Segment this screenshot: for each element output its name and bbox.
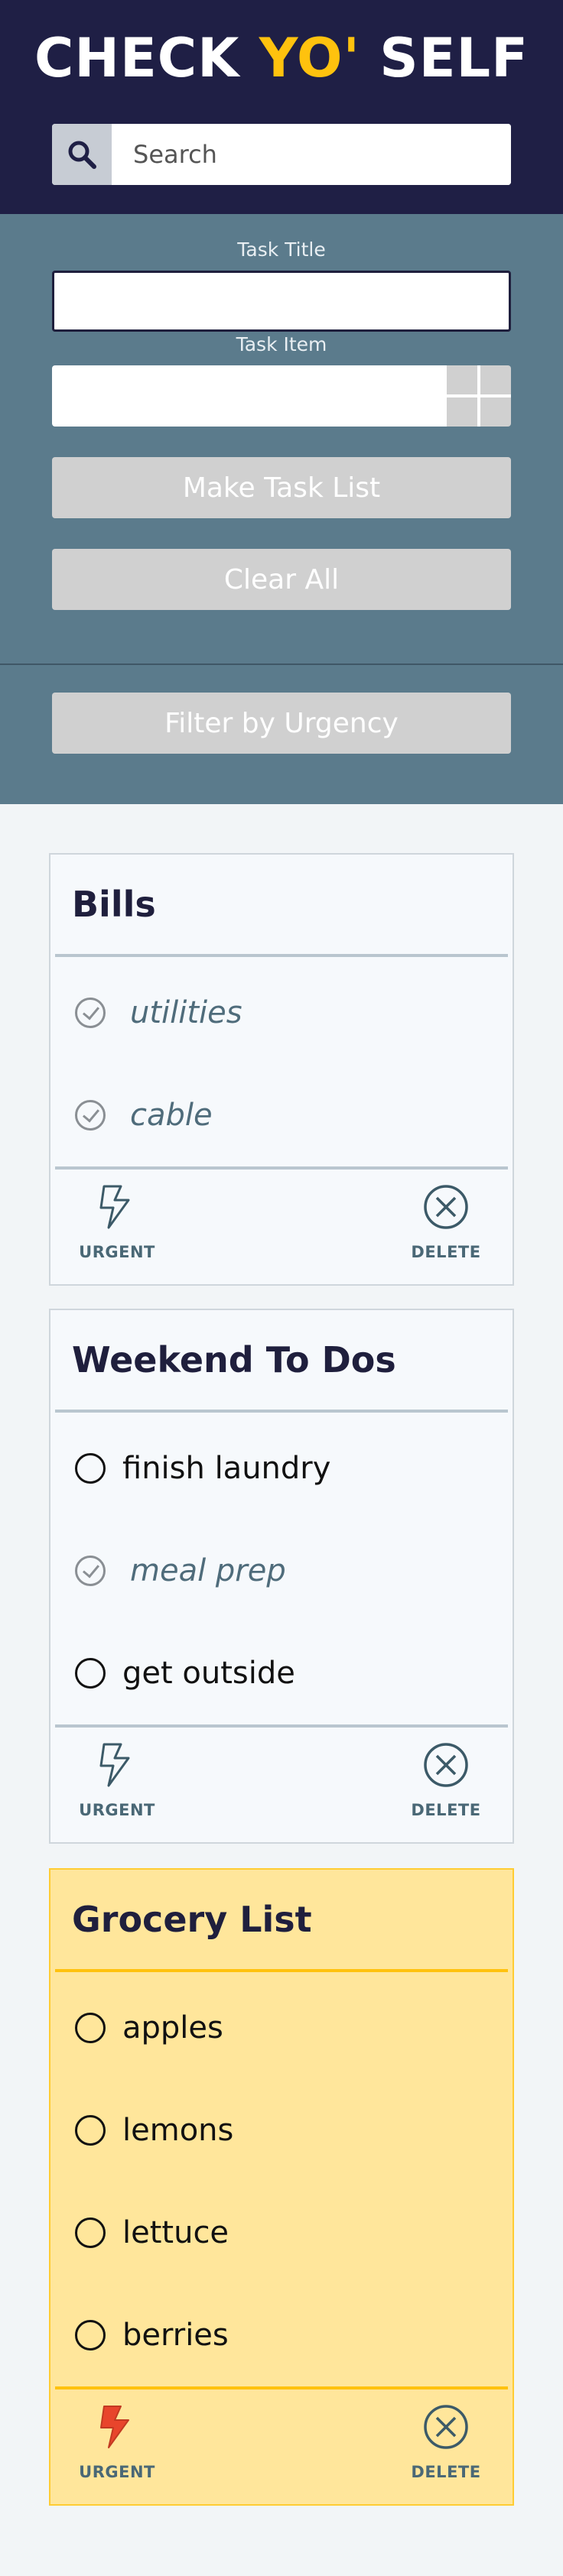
task-item[interactable]: utilities	[50, 962, 513, 1064]
task-text: cable	[130, 1098, 213, 1133]
title-accent: YO'	[259, 27, 360, 89]
app-title: CHECK YO' SELF	[0, 28, 563, 89]
filter-by-urgency-button[interactable]: Filter by Urgency	[52, 693, 511, 754]
checked-circle-icon[interactable]	[75, 998, 106, 1028]
delete-circle-x-icon	[424, 1743, 468, 1787]
task-text: get outside	[122, 1656, 295, 1691]
task-text: lemons	[122, 2113, 234, 2148]
task-item[interactable]: lemons	[50, 2079, 513, 2182]
title-text-part2: SELF	[360, 27, 529, 89]
title-text-part1: CHECK	[34, 27, 259, 89]
delete-button[interactable]: DELETE	[396, 2403, 496, 2495]
empty-circle-icon[interactable]	[75, 2115, 106, 2146]
make-task-list-button[interactable]: Make Task List	[52, 457, 511, 518]
search-button[interactable]	[52, 124, 112, 185]
urgent-label: URGENT	[79, 1801, 155, 1819]
urgent-label: URGENT	[79, 1243, 155, 1261]
task-item[interactable]: lettuce	[50, 2182, 513, 2284]
delete-circle-x-icon	[424, 1185, 468, 1229]
task-text: finish laundry	[122, 1451, 331, 1486]
task-text: apples	[122, 2010, 223, 2046]
search-bar	[52, 124, 511, 185]
delete-label: DELETE	[411, 2463, 481, 2481]
urgent-label: URGENT	[79, 2463, 155, 2481]
task-list: apples lemons lettuce berries	[50, 1972, 513, 2386]
task-item[interactable]: apples	[50, 1977, 513, 2079]
empty-circle-icon[interactable]	[75, 2218, 106, 2248]
task-item[interactable]: meal prep	[50, 1520, 513, 1622]
task-item-input[interactable]	[52, 365, 447, 427]
delete-button[interactable]: DELETE	[396, 1183, 496, 1275]
task-title-input[interactable]	[52, 271, 511, 332]
card-footer: URGENT DELETE	[50, 1170, 513, 1284]
empty-circle-icon[interactable]	[75, 2013, 106, 2043]
app-header: CHECK YO' SELF	[0, 0, 563, 214]
delete-label: DELETE	[411, 1801, 481, 1819]
card-title: Grocery List	[72, 1899, 312, 1940]
lightning-icon-active	[100, 2406, 129, 2448]
lightning-icon	[99, 1185, 130, 1229]
search-input[interactable]	[112, 124, 511, 185]
empty-circle-icon[interactable]	[75, 2320, 106, 2351]
task-item[interactable]: berries	[50, 2284, 513, 2386]
task-list: utilities cable	[50, 957, 513, 1166]
card-title: Bills	[72, 884, 156, 925]
task-item[interactable]: get outside	[50, 1622, 513, 1724]
urgent-button[interactable]: URGENT	[67, 1741, 167, 1833]
task-card-urgent: Grocery List apples lemons lettuce berri…	[49, 1868, 514, 2506]
task-title-label: Task Title	[237, 238, 326, 261]
lightning-icon	[99, 1743, 130, 1787]
delete-label: DELETE	[411, 1243, 481, 1261]
task-card: Weekend To Dos finish laundry meal prep …	[49, 1309, 514, 1844]
add-item-button[interactable]	[447, 365, 511, 427]
task-text: lettuce	[122, 2215, 229, 2250]
card-footer: URGENT DELETE	[50, 2389, 513, 2504]
task-text: meal prep	[130, 1553, 286, 1588]
task-card: Bills utilities cable URGENT DELETE	[49, 853, 514, 1286]
urgent-button[interactable]: URGENT	[67, 1183, 167, 1275]
empty-circle-icon[interactable]	[75, 1658, 106, 1689]
card-title: Weekend To Dos	[72, 1339, 396, 1380]
card-footer: URGENT DELETE	[50, 1728, 513, 1842]
empty-circle-icon[interactable]	[75, 1453, 106, 1484]
delete-circle-x-icon	[424, 2405, 468, 2449]
task-list: finish laundry meal prep get outside	[50, 1413, 513, 1724]
task-item-label: Task Item	[236, 333, 327, 355]
checked-circle-icon[interactable]	[75, 1100, 106, 1131]
checked-circle-icon[interactable]	[75, 1556, 106, 1586]
search-icon	[68, 141, 96, 169]
task-text: utilities	[130, 995, 242, 1030]
delete-button[interactable]: DELETE	[396, 1741, 496, 1833]
task-item[interactable]: finish laundry	[50, 1417, 513, 1520]
task-item[interactable]: cable	[50, 1064, 513, 1166]
clear-all-button[interactable]: Clear All	[52, 549, 511, 610]
task-form: Task Title Task Item Make Task List Clea…	[0, 214, 563, 665]
task-text: berries	[122, 2318, 229, 2353]
filter-panel: Filter by Urgency	[0, 665, 563, 804]
urgent-button-active[interactable]: URGENT	[67, 2403, 167, 2495]
